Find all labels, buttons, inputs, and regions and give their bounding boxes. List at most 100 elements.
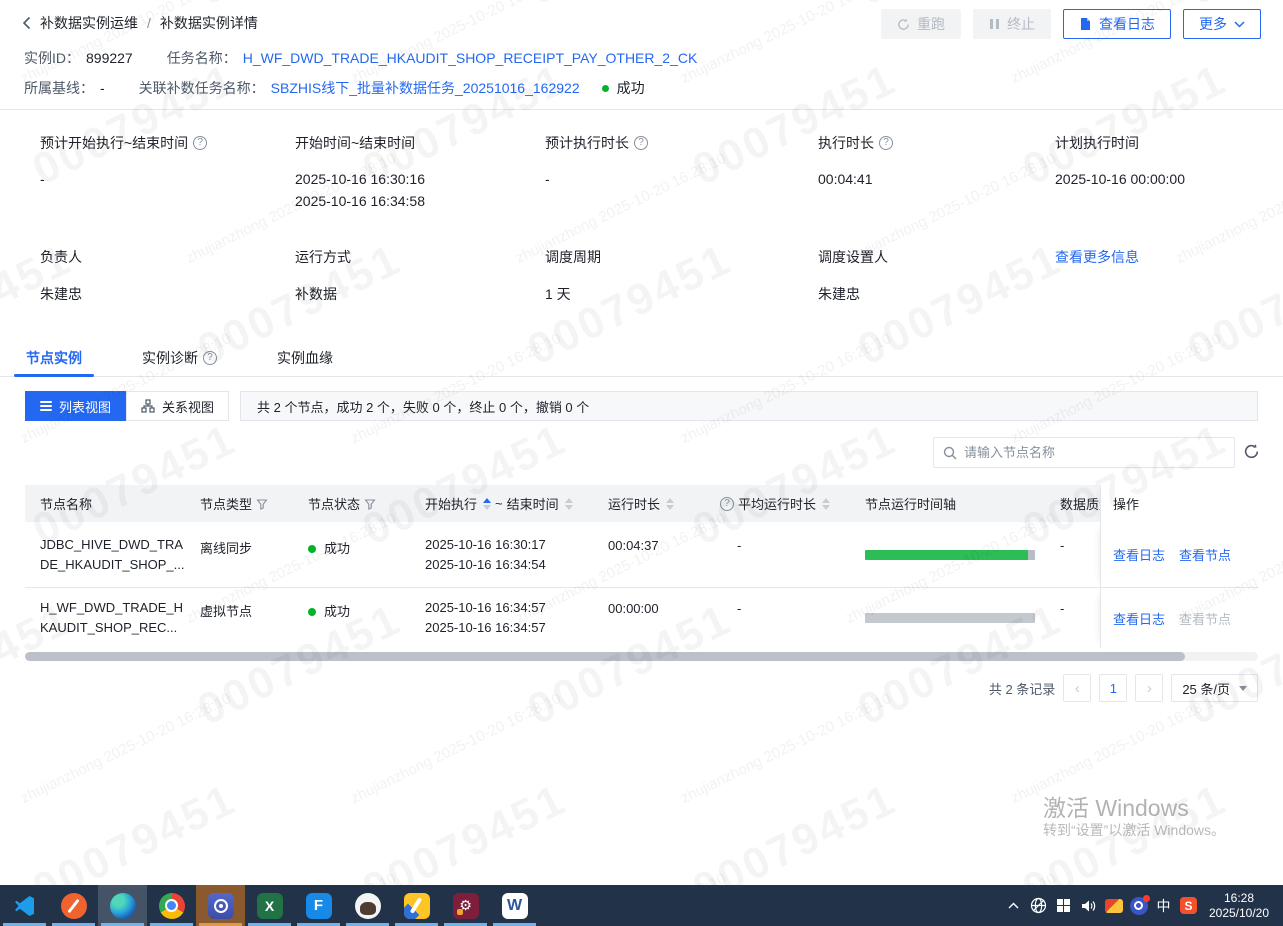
terminate-button[interactable]: 终止: [973, 9, 1051, 39]
page-size-select[interactable]: 25 条/页: [1171, 674, 1258, 702]
header-actions: 重跑 终止 查看日志 更多: [881, 9, 1261, 39]
node-avg-duration: -: [737, 538, 741, 553]
node-type: 虚拟节点: [200, 601, 252, 620]
node-quality: -: [1060, 538, 1064, 553]
help-icon[interactable]: ?: [203, 351, 217, 365]
node-type: 离线同步: [200, 538, 252, 557]
prev-page-button[interactable]: ‹: [1063, 674, 1091, 702]
filter-icon[interactable]: [364, 498, 376, 510]
refresh-icon[interactable]: [1243, 443, 1260, 460]
baseline-label: 所属基线：: [24, 78, 94, 98]
more-button[interactable]: 更多: [1183, 9, 1261, 39]
rerun-button[interactable]: 重跑: [881, 9, 961, 39]
taskbar-chrome-icon[interactable]: [147, 885, 196, 926]
taskbar-edge-icon[interactable]: [98, 885, 147, 926]
start-end-time-label: 开始时间~结束时间: [295, 133, 415, 153]
taskbar-db-tool-icon[interactable]: ⚙: [441, 885, 490, 926]
sort-icons[interactable]: [666, 498, 674, 510]
instance-info-panel: 预计开始执行~结束时间? - 开始时间~结束时间 2025-10-16 16:3…: [0, 110, 1283, 340]
taskbar-dbeaver-icon[interactable]: [343, 885, 392, 926]
tray-sogou-icon[interactable]: S: [1176, 885, 1201, 926]
task-name-link[interactable]: H_WF_DWD_TRADE_HKAUDIT_SHOP_RECEIPT_PAY_…: [243, 50, 698, 66]
total-records: 共 2 条记录: [989, 679, 1055, 698]
taskbar-vscode-icon[interactable]: [0, 885, 49, 926]
view-node-link[interactable]: 查看节点: [1179, 609, 1231, 628]
run-mode-label: 运行方式: [295, 247, 351, 267]
tab-instance-diagnosis[interactable]: 实例诊断?: [142, 340, 217, 376]
duration-label: 执行时长?: [818, 133, 893, 153]
scrollbar-thumb[interactable]: [25, 652, 1185, 661]
tree-icon: [141, 399, 155, 413]
help-icon[interactable]: ?: [634, 136, 648, 150]
col-actions: 操作: [1100, 485, 1258, 522]
taskbar-orange-app-icon[interactable]: [49, 885, 98, 926]
tray-network-icon[interactable]: [1026, 885, 1051, 926]
view-more-info-link[interactable]: 查看更多信息: [1055, 249, 1139, 265]
view-log-link[interactable]: 查看日志: [1113, 609, 1165, 628]
search-input[interactable]: [964, 445, 1225, 460]
run-mode-value: 补数据: [295, 283, 337, 305]
table-header: 节点名称 节点类型 节点状态 开始执行 ~ 结束时间 运行时长 ?: [25, 485, 1258, 522]
tray-ime-indicator[interactable]: 中: [1151, 885, 1176, 926]
view-log-link[interactable]: 查看日志: [1113, 545, 1165, 564]
node-duration: 00:04:37: [608, 538, 659, 553]
tray-windows-panes-icon[interactable]: [1051, 885, 1076, 926]
list-view-button[interactable]: 列表视图: [25, 391, 126, 421]
expected-start-end-label: 预计开始执行~结束时间?: [40, 133, 207, 153]
taskbar-excel-icon[interactable]: X: [245, 885, 294, 926]
tab-instance-lineage[interactable]: 实例血缘: [277, 340, 333, 376]
related-task-label: 关联补数任务名称：: [139, 78, 265, 98]
node-table: 节点名称 节点类型 节点状态 开始执行 ~ 结束时间 运行时长 ?: [25, 485, 1258, 648]
view-log-button[interactable]: 查看日志: [1063, 9, 1171, 39]
schedule-cycle-value: 1 天: [545, 283, 571, 305]
node-quality: -: [1060, 601, 1064, 616]
tray-chevron-up-icon[interactable]: [1001, 885, 1026, 926]
tray-speaker-icon[interactable]: [1076, 885, 1101, 926]
sort-icons[interactable]: [565, 498, 573, 510]
expected-duration-value: -: [545, 168, 550, 190]
pagination: 共 2 条记录 ‹ 1 › 25 条/页: [989, 674, 1258, 702]
help-icon[interactable]: ?: [720, 497, 734, 511]
node-duration: 00:00:00: [608, 601, 659, 616]
success-status-dot: [602, 85, 609, 92]
node-status: 成功: [308, 538, 350, 557]
breadcrumb-item-parent[interactable]: 补数据实例运维: [40, 13, 138, 33]
taskbar-im-app-icon[interactable]: [196, 885, 245, 926]
filter-icon[interactable]: [256, 498, 268, 510]
related-task-link[interactable]: SBZHIS线下_批量补数据任务_20251016_162922: [271, 78, 580, 98]
help-icon[interactable]: ?: [879, 136, 893, 150]
tray-clock[interactable]: 16:28 2025/10/20: [1201, 891, 1277, 921]
view-toggle: 列表视图 关系视图: [25, 391, 229, 421]
schedule-cycle-label: 调度周期: [545, 247, 601, 267]
next-page-button[interactable]: ›: [1135, 674, 1163, 702]
sort-icons[interactable]: [483, 498, 491, 510]
activate-windows-title: 激活 Windows: [1043, 789, 1189, 823]
owner-value: 朱建忠: [40, 283, 82, 305]
back-chevron-icon[interactable]: [22, 16, 31, 30]
view-node-link[interactable]: 查看节点: [1179, 545, 1231, 564]
node-search-box: [933, 437, 1235, 468]
horizontal-scrollbar[interactable]: [25, 652, 1258, 661]
tray-im-icon[interactable]: [1126, 885, 1151, 926]
table-row: JDBC_HIVE_DWD_TRA DE_HKAUDIT_SHOP_... 离线…: [25, 522, 1258, 588]
help-icon[interactable]: ?: [193, 136, 207, 150]
tab-node-instance[interactable]: 节点实例: [26, 340, 82, 376]
tray-mail-icon[interactable]: [1101, 885, 1126, 926]
sort-icons[interactable]: [822, 498, 830, 510]
current-page-button[interactable]: 1: [1099, 674, 1127, 702]
row-actions: 查看日志 查看节点: [1100, 588, 1258, 648]
success-status-dot: [308, 608, 316, 616]
taskbar-f-app-icon[interactable]: F: [294, 885, 343, 926]
rerun-icon: [897, 18, 910, 31]
node-start-end: 2025-10-16 16:30:17 2025-10-16 16:34:54: [425, 535, 546, 575]
chevron-down-icon: [1239, 686, 1247, 691]
breadcrumb-item-current: 补数据实例详情: [160, 13, 258, 33]
instance-meta-row: 实例ID： 899227 任务名称： H_WF_DWD_TRADE_HKAUDI…: [24, 48, 697, 68]
owner-label: 负责人: [40, 247, 82, 267]
taskbar-word-icon[interactable]: W: [490, 885, 539, 926]
main-page: 补数据实例运维 / 补数据实例详情 重跑 终止 查看日志 更多 实例ID：: [0, 0, 1283, 885]
relation-view-button[interactable]: 关系视图: [126, 391, 229, 421]
taskbar-yellow-app-icon[interactable]: [392, 885, 441, 926]
node-start-end: 2025-10-16 16:34:57 2025-10-16 16:34:57: [425, 598, 546, 638]
row-actions: 查看日志 查看节点: [1100, 522, 1258, 587]
